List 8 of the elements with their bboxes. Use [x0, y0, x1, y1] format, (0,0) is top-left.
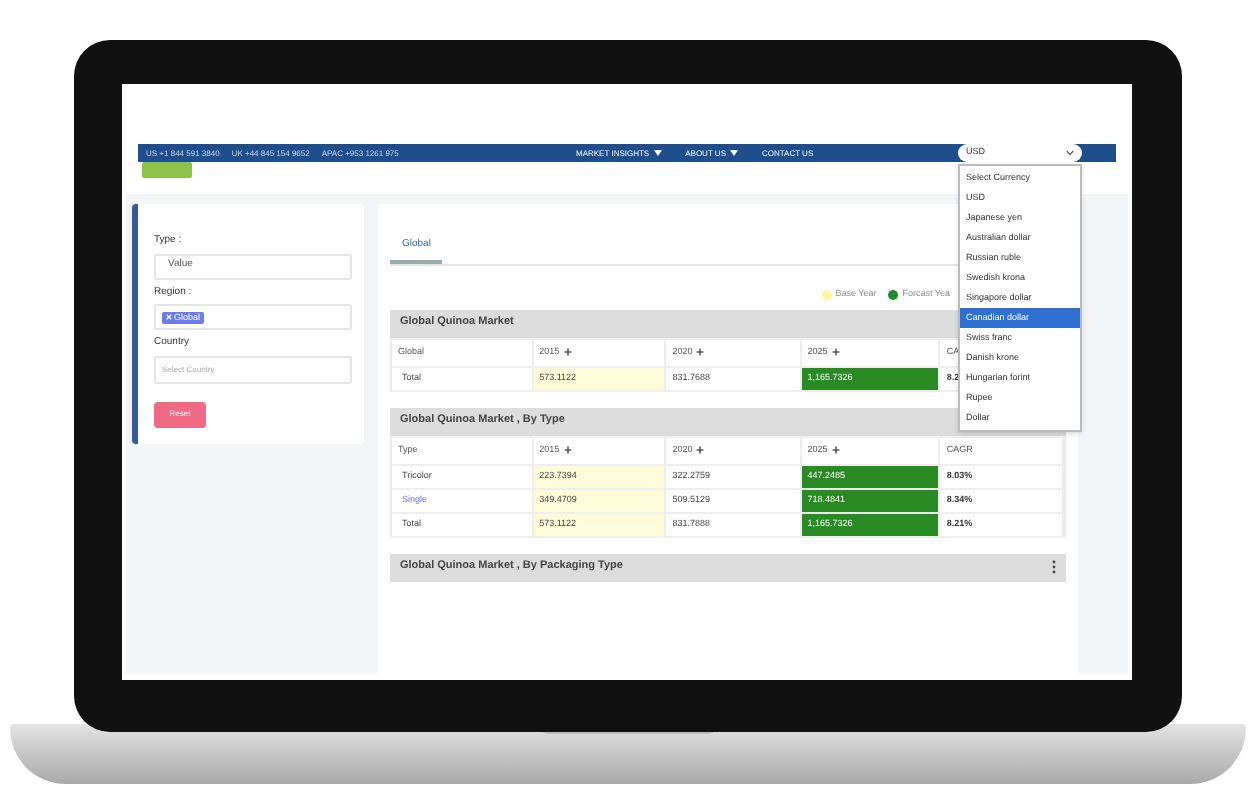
chevron-icon — [1066, 150, 1074, 156]
plus-icon[interactable] — [563, 446, 572, 454]
plus-icon[interactable] — [696, 446, 705, 454]
plus-icon[interactable] — [696, 348, 705, 356]
plus-icon[interactable] — [831, 348, 840, 356]
remove-icon[interactable] — [166, 314, 172, 320]
plus-icon[interactable] — [831, 446, 840, 454]
plus-icon[interactable] — [563, 348, 572, 356]
